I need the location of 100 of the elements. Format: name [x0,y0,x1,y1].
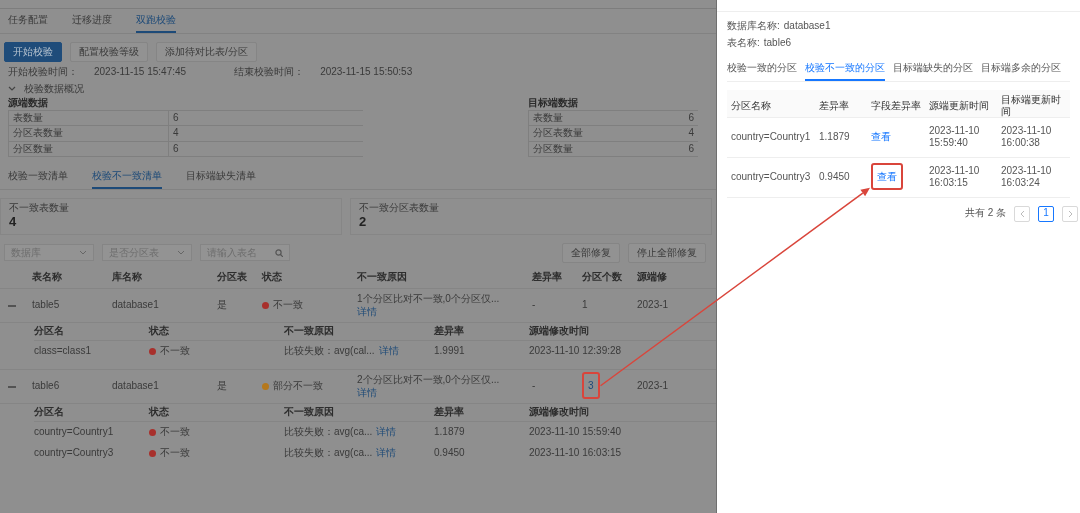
column-header: 分区名 [34,406,65,419]
stat-label: 分区表数量 [532,126,584,140]
column-header: 状态 [149,325,170,338]
column-header: 状态 [149,406,170,419]
total-count: 共有 2 条 [964,207,1006,220]
table-cell-text: 1.1879 [818,129,851,144]
tab[interactable]: 校验不一致清单 [92,165,162,189]
column-header: 不一致原因 [284,406,335,419]
tab[interactable]: 双跑校验 [136,9,176,33]
reason-text: 比较失败：avg(cal... [284,345,375,357]
time-value: 2023-11-15 15:47:45 [94,66,187,79]
column-header: 源端更新时间 [928,98,990,113]
stat-label: 分区数量 [532,141,574,156]
view-link[interactable]: 查看 [871,130,891,142]
info-label: 表名称: [727,36,760,49]
table-cell-text: country=Country3 [34,447,115,460]
table-cell-text: 2023-1 [637,380,670,393]
column-header: 源端修改时间 [529,325,590,338]
info-label: 数据库名称: [727,20,780,33]
table-cell-text: 2023-11-10 12:39:28 [529,345,623,358]
table-cell-text: table5 [32,299,61,312]
bulk-action-button[interactable]: 全部修复 [562,242,620,263]
stat-value: 4 [172,126,180,140]
table-cell-text: 2023-11-10 15:59:40 [928,123,981,150]
tab[interactable]: 校验不一致的分区 [805,57,885,81]
section-toggle[interactable]: 校验数据概况 [24,82,84,95]
column-header: 状态 [262,271,283,284]
time-label: 结束校验时间： [234,66,305,79]
tab[interactable]: 任务配置 [8,9,48,33]
view-link[interactable]: 查看 [871,162,903,190]
action-button[interactable]: 开始校验 [4,41,62,62]
stat-value: 4 [9,214,18,231]
reason-text: 比较失败：avg(ca... [284,447,373,459]
table-cell: 1 [582,299,588,311]
tab[interactable]: 目标端缺失清单 [186,165,256,189]
table-cell-text: database1 [112,299,160,312]
table-cell-text: class=class1 [34,345,92,358]
detail-link[interactable]: 详情 [357,386,377,398]
table-cell-text: 1.9991 [434,345,466,358]
column-header: 分区名称 [730,98,772,113]
tab[interactable]: 目标端缺失的分区 [893,57,973,81]
column-header: 差异率 [532,271,563,284]
column-header: 差异率 [818,98,850,113]
stat-label: 分区数量 [9,141,169,156]
column-header: 分区表 [217,271,248,284]
action-button[interactable]: 添加待对比表/分区 [156,41,257,62]
stat-value: 6 [172,141,180,156]
stat-value: 6 [172,110,180,125]
time-label: 开始校验时间： [8,66,78,79]
group-title: 源端数据 [8,97,49,110]
stat-label: 分区表数量 [9,126,169,141]
table-cell-text: 1.1879 [434,426,466,439]
table-cell-text: 2023-11-10 15:59:40 [529,426,623,439]
table-cell-text: 2023-11-10 16:03:15 [529,447,623,460]
column-header: 分区个数 [582,271,623,284]
group-title: 目标端数据 [528,97,579,110]
table-cell-text: 2023-11-10 16:03:24 [1000,163,1053,190]
reason-text: 比较失败：avg(ca... [284,426,373,438]
column-header: 分区名 [34,325,65,338]
column-header: 表名称 [32,271,63,284]
info-value: database1 [783,20,831,33]
column-header: 不一致原因 [357,271,408,284]
page-button[interactable]: 1 [1038,205,1054,222]
column-header: 差异率 [434,406,465,419]
stat-label: 表数量 [9,110,169,125]
stat-value: 2 [359,214,368,231]
column-header: 字段差异率 [870,98,922,113]
info-value: table6 [763,36,792,49]
detail-link[interactable]: 详情 [376,447,397,459]
column-header: 差异率 [434,325,465,338]
count-link[interactable]: 3 [582,372,600,400]
stat-label: 表数量 [532,110,564,125]
table-cell-text: 2023-11-10 16:00:38 [1000,123,1053,150]
detail-link[interactable]: 详情 [357,305,377,317]
table-cell-text: - [532,380,537,393]
table-cell-text: 是 [217,299,228,312]
column-header: 源端修 [637,271,668,284]
table-cell-text: 2023-1 [637,299,670,312]
time-value: 2023-11-15 15:50:53 [320,66,413,79]
tab[interactable]: 校验一致的分区 [727,57,797,81]
stat-value: 4 [687,126,695,140]
tab[interactable]: 迁移进度 [72,9,112,33]
table-cell-text: country=Country1 [730,129,812,144]
table-cell-text: database1 [112,380,160,393]
stat-value: 6 [687,110,695,125]
table-cell-text: 是 [217,380,228,393]
column-header: 不一致原因 [284,325,335,338]
detail-link[interactable]: 详情 [376,426,397,438]
table-cell-text: 0.9450 [818,169,851,184]
stat-value: 6 [687,141,695,156]
table-cell-text: table6 [32,380,61,393]
table-cell-text: - [532,299,537,312]
action-button[interactable]: 配置校验等级 [70,41,148,62]
detail-link[interactable]: 详情 [378,345,399,357]
table-cell-text: 0.9450 [434,447,466,460]
bulk-action-button[interactable]: 停止全部修复 [628,242,706,263]
table-cell-text: 2023-11-10 16:03:15 [928,163,981,190]
tab[interactable]: 目标端多余的分区 [981,57,1061,81]
column-header: 源端修改时间 [529,406,590,419]
table-cell-text: country=Country1 [34,426,115,439]
